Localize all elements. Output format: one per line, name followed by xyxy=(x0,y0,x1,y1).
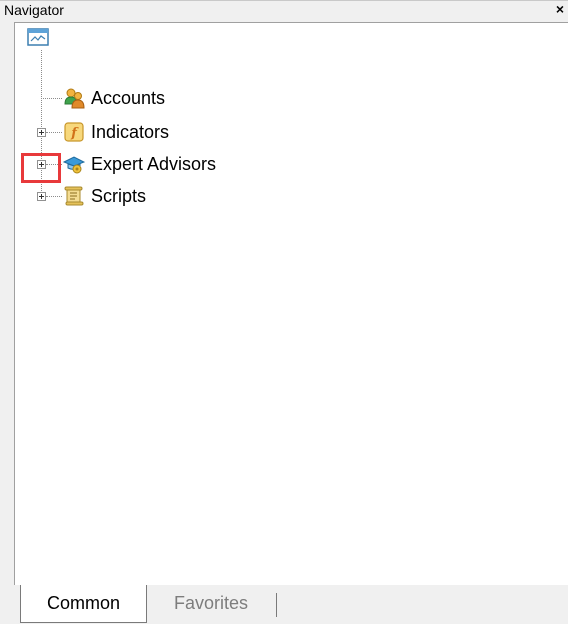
accounts-icon xyxy=(63,87,85,109)
tree-item-label: Expert Advisors xyxy=(91,154,217,174)
tab-strip: Common Favorites xyxy=(14,585,568,624)
indicators-icon: f xyxy=(63,121,85,143)
tab-favorites[interactable]: Favorites xyxy=(156,585,266,623)
scripts-expander[interactable] xyxy=(37,192,46,201)
tree-item-label: Indicators xyxy=(91,122,170,142)
navigator-tree: Accounts f Indicators Expert Advisors Sc… xyxy=(14,22,568,585)
tree-item-expert-advisors[interactable]: Expert Advisors xyxy=(62,152,217,176)
indicators-expander[interactable] xyxy=(37,128,46,137)
tab-common[interactable]: Common xyxy=(20,585,147,623)
tree-line xyxy=(41,98,62,99)
scripts-icon xyxy=(63,185,85,207)
navigator-titlebar: Navigator × xyxy=(0,0,568,18)
tree-item-accounts[interactable]: Accounts xyxy=(63,86,165,110)
highlight-box xyxy=(21,153,61,183)
tree-item-label: Scripts xyxy=(91,186,147,206)
tree-item-label: Accounts xyxy=(91,88,166,108)
panel-title: Navigator xyxy=(4,2,64,18)
navigator-panel: Navigator × Accounts f Indicators Expert… xyxy=(0,0,568,624)
expert-advisors-icon xyxy=(62,153,86,175)
close-button[interactable]: × xyxy=(556,1,564,18)
tab-separator xyxy=(276,593,277,617)
tree-item-indicators[interactable]: f Indicators xyxy=(63,120,169,144)
tree-line xyxy=(46,196,62,197)
terminal-icon[interactable] xyxy=(27,27,51,49)
tree-line xyxy=(46,132,62,133)
tree-item-scripts[interactable]: Scripts xyxy=(63,184,146,208)
